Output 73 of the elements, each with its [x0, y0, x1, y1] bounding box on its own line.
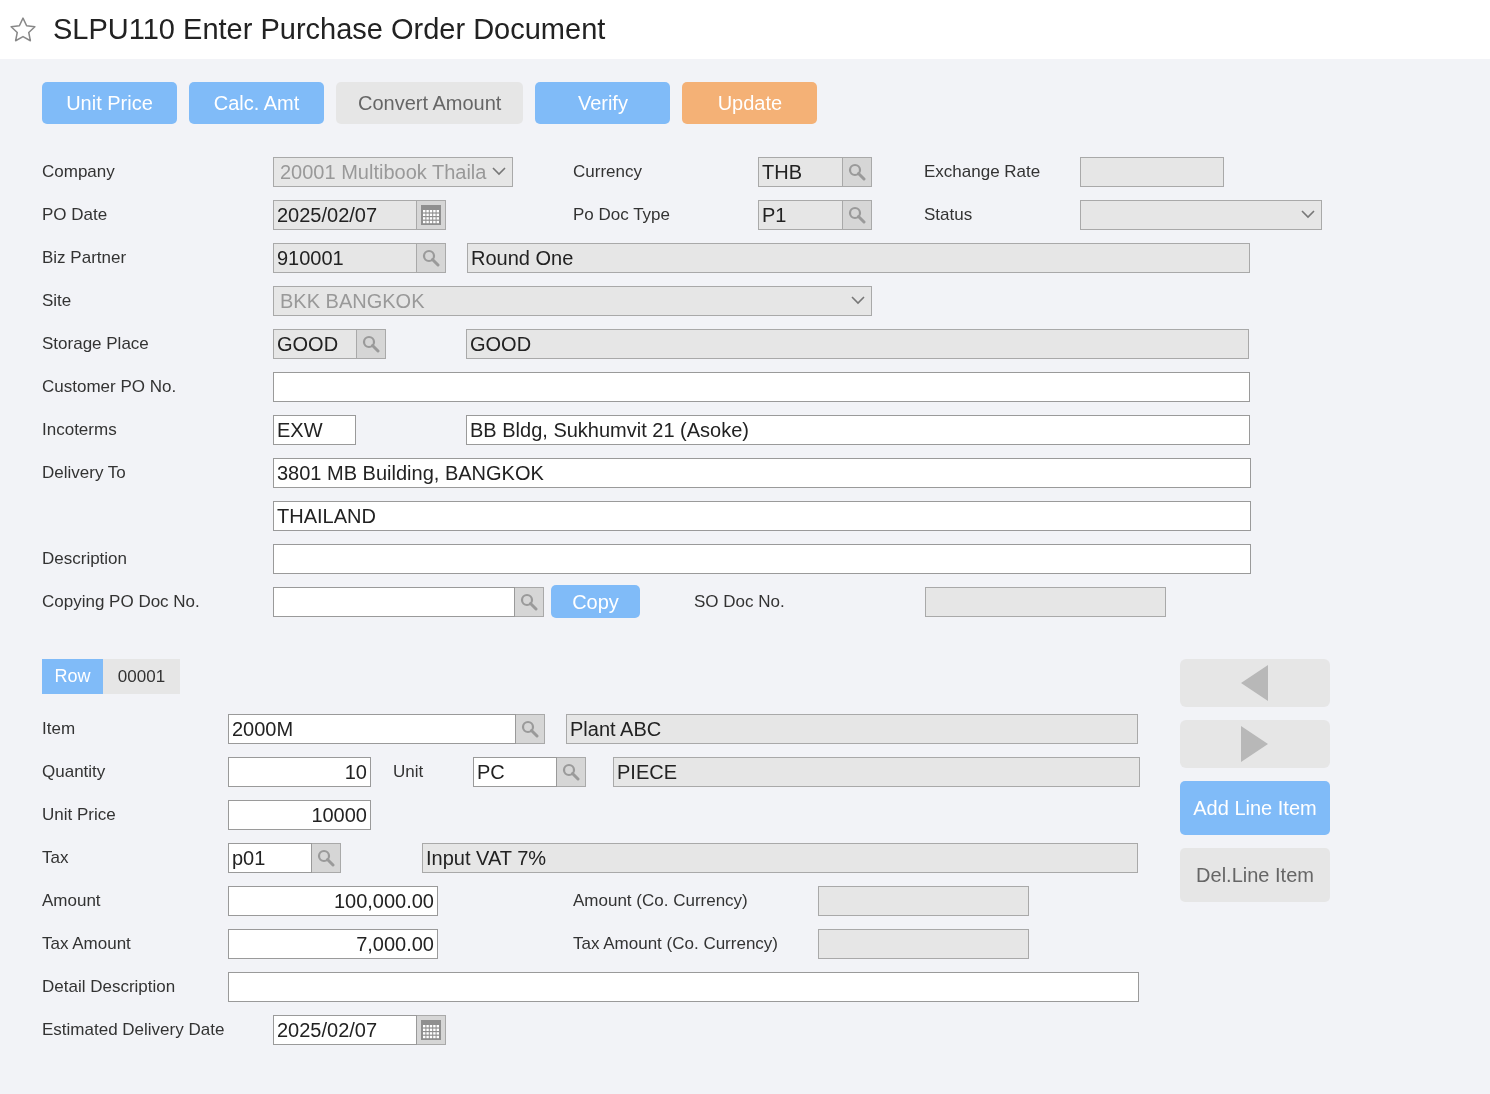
input-field[interactable]: 100,000.00 [228, 885, 438, 916]
input-field[interactable]: 3801 MB Building, BANGKOK [273, 457, 1251, 488]
search-icon [317, 848, 335, 867]
calendar-button[interactable] [417, 199, 446, 230]
search-icon [520, 592, 538, 611]
search-icon [562, 762, 580, 781]
field-label: Currency [573, 161, 642, 181]
field-label: Delivery To [42, 462, 126, 482]
field-label: Tax Amount [42, 933, 131, 953]
field-label: Biz Partner [42, 247, 127, 267]
field-label: Exchange Rate [924, 161, 1041, 181]
input-field[interactable]: BB Bldg, Sukhumvit 21 (Asoke) [466, 414, 1250, 445]
chevron-down-icon [1301, 210, 1315, 219]
field-label: SO Doc No. [694, 591, 785, 611]
input-field[interactable]: EXW [273, 414, 356, 445]
field-label: Description [42, 548, 128, 568]
chevron-down-icon [851, 296, 865, 305]
search-button[interactable] [843, 156, 872, 187]
input-field[interactable]: 10 [228, 756, 371, 787]
field-label: Storage Place [42, 333, 149, 353]
field-label: Tax [42, 847, 69, 867]
chevron-down-icon [492, 167, 506, 176]
search-button[interactable] [516, 713, 545, 744]
input-field[interactable] [273, 543, 1251, 574]
search-button[interactable] [515, 586, 544, 617]
field-label: Unit Price [42, 804, 116, 824]
action-button[interactable]: Del.Line Item [1180, 848, 1330, 902]
field-label: Copying PO Doc No. [42, 591, 200, 611]
field-label: Item [42, 718, 76, 738]
search-icon [848, 162, 866, 181]
calendar-icon [421, 204, 441, 225]
triangle-right-icon [1241, 726, 1269, 762]
field-label: Tax Amount (Co. Currency) [573, 933, 778, 953]
input-field[interactable] [228, 971, 1139, 1002]
search-button[interactable] [843, 199, 872, 230]
next-button[interactable] [1180, 720, 1330, 768]
input-field[interactable]: p01 [228, 842, 312, 873]
input-field[interactable]: THAILAND [273, 500, 1251, 531]
field-label: Customer PO No. [42, 376, 177, 396]
search-button[interactable] [357, 328, 386, 359]
search-button[interactable] [557, 756, 586, 787]
field-label: Amount [42, 890, 101, 910]
search-button[interactable] [312, 842, 341, 873]
field-label: Site [42, 290, 72, 310]
field-label: Po Doc Type [573, 204, 671, 224]
field-label: Estimated Delivery Date [42, 1019, 225, 1039]
field-label: Amount (Co. Currency) [573, 890, 748, 910]
field-label: Unit [393, 761, 424, 781]
page-title: SLPU110 Enter Purchase Order Document [53, 11, 606, 47]
input-field[interactable]: PC [473, 756, 557, 787]
search-button[interactable] [417, 242, 446, 273]
calendar-button[interactable] [417, 1014, 446, 1045]
input-field[interactable] [273, 371, 1250, 402]
search-icon [848, 205, 866, 224]
input-field[interactable]: 2025/02/07 [273, 1014, 417, 1045]
field-label: Quantity [42, 761, 106, 781]
field-label: PO Date [42, 204, 108, 224]
search-icon [521, 719, 539, 738]
field-label: Status [924, 204, 973, 224]
triangle-left-icon [1241, 665, 1269, 701]
action-button[interactable]: Convert Amount [336, 82, 524, 124]
search-icon [422, 248, 440, 267]
input-field[interactable]: 7,000.00 [228, 928, 438, 959]
search-icon [362, 334, 380, 353]
input-field[interactable] [273, 586, 515, 617]
field-label: Company [42, 161, 115, 181]
field-label: Incoterms [42, 419, 117, 439]
row-number: 00001 [103, 659, 180, 694]
previous-button[interactable] [1180, 659, 1330, 707]
calendar-icon [421, 1019, 441, 1040]
input-field[interactable]: 2000M [228, 713, 516, 744]
field-label: Detail Description [42, 976, 176, 996]
input-field[interactable]: 10000 [228, 799, 371, 830]
